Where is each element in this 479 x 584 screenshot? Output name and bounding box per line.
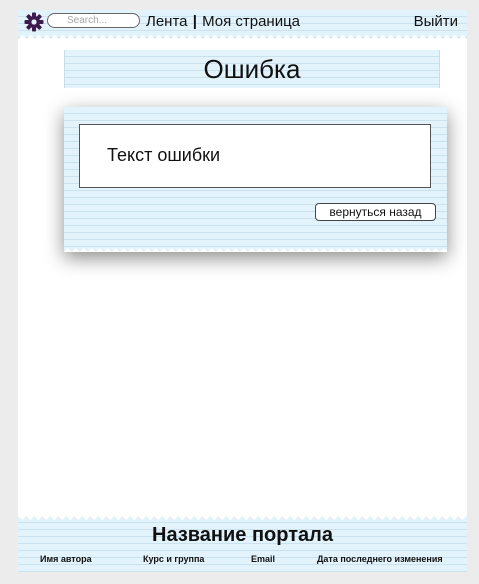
error-message-box: Текст ошибки: [79, 124, 431, 188]
portal-name: Название портала: [152, 524, 333, 546]
author-name: Имя автора: [40, 554, 92, 564]
nav-feed-link[interactable]: Лента: [146, 13, 188, 30]
nav-separator: |: [192, 13, 197, 30]
footer: Название портала Имя автора Курс и групп…: [18, 516, 467, 572]
top-bar: Лента | Моя страница Выйти: [18, 10, 467, 39]
page-title-banner: Ошибка: [64, 50, 440, 88]
course-group: Курс и группа: [143, 554, 205, 564]
logout-link[interactable]: Выйти: [414, 13, 458, 30]
gear-icon[interactable]: [24, 12, 44, 32]
email-link[interactable]: Email: [251, 554, 275, 564]
page-container: Лента | Моя страница Выйти Ошибка Текст …: [18, 10, 467, 572]
nav-my-page-link[interactable]: Моя страница: [202, 13, 300, 30]
back-button[interactable]: вернуться назад: [315, 203, 436, 221]
error-card: Текст ошибки вернуться назад: [64, 107, 447, 252]
page-title: Ошибка: [203, 54, 301, 84]
last-modified-date: Дата последнего изменения: [317, 554, 443, 564]
error-message: Текст ошибки: [107, 145, 221, 165]
main-nav: Лента | Моя страница: [146, 13, 300, 30]
search-input[interactable]: [47, 13, 140, 28]
